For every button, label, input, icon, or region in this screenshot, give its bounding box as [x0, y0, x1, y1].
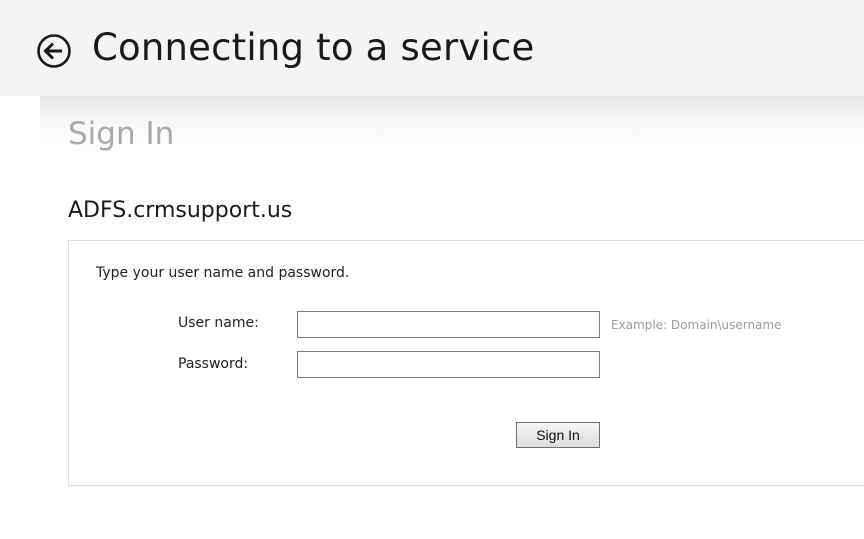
back-arrow-circle-icon	[37, 34, 71, 68]
service-domain: ADFS.crmsupport.us	[68, 198, 293, 223]
username-input[interactable]	[297, 311, 600, 338]
page-title: Connecting to a service	[92, 26, 535, 69]
username-label: User name:	[178, 315, 259, 331]
back-button[interactable]	[36, 33, 72, 69]
sign-in-button[interactable]: Sign In	[516, 422, 600, 448]
password-label: Password:	[178, 356, 249, 372]
app-header: Connecting to a service	[0, 0, 864, 96]
form-instruction: Type your user name and password.	[96, 265, 350, 281]
sign-in-heading: Sign In	[68, 116, 175, 152]
password-input[interactable]	[297, 351, 600, 378]
username-hint: Example: Domain\username	[611, 318, 782, 332]
